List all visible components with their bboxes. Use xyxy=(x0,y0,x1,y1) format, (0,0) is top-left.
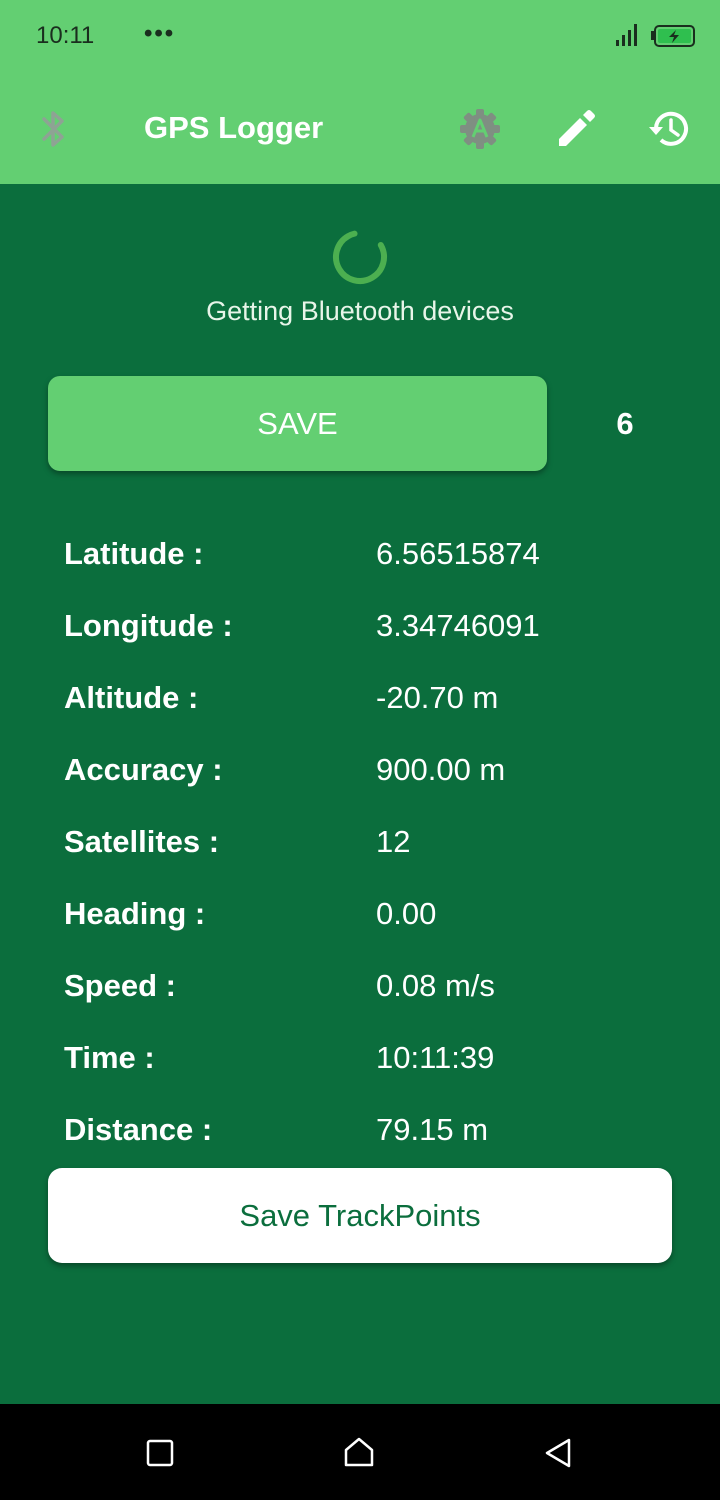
info-value: 3.34746091 xyxy=(376,608,540,643)
info-row-distance: Distance : 79.15 m xyxy=(0,1096,720,1168)
save-trackpoints-button[interactable]: Save TrackPoints xyxy=(48,1168,672,1263)
battery-icon xyxy=(650,25,696,52)
history-icon[interactable] xyxy=(648,107,692,156)
signal-icon xyxy=(614,22,642,53)
info-label: Latitude : xyxy=(64,536,204,571)
info-value: -20.70 m xyxy=(376,680,499,715)
loading-text: Getting Bluetooth devices xyxy=(206,296,514,326)
info-row-accuracy: Accuracy : 900.00 m xyxy=(0,736,720,808)
app-title: GPS Logger xyxy=(144,110,324,145)
info-label: Heading : xyxy=(64,896,206,931)
status-bar: 10:11 ••• xyxy=(0,0,720,74)
bluetooth-icon[interactable] xyxy=(38,108,70,155)
info-value: 0.08 m/s xyxy=(376,968,495,1003)
info-label: Satellites : xyxy=(64,824,220,859)
info-label: Distance : xyxy=(64,1112,213,1147)
info-row-altitude: Altitude : -20.70 m xyxy=(0,664,720,736)
info-row-time: Time : 10:11:39 xyxy=(0,1024,720,1096)
recents-icon[interactable] xyxy=(145,1438,175,1473)
loading-spinner-icon xyxy=(330,227,390,292)
system-nav-bar xyxy=(0,1404,720,1500)
edit-icon[interactable] xyxy=(556,109,596,154)
info-label: Altitude : xyxy=(64,680,199,715)
home-icon[interactable] xyxy=(342,1436,376,1473)
info-value: 0.00 xyxy=(376,896,437,931)
info-label: Longitude : xyxy=(64,608,233,643)
info-value: 12 xyxy=(376,824,411,859)
info-value: 10:11:39 xyxy=(376,1040,495,1075)
info-label: Speed : xyxy=(64,968,176,1003)
info-row-satellites: Satellites : 12 xyxy=(0,808,720,880)
info-value: 900.00 m xyxy=(376,752,506,787)
back-icon[interactable] xyxy=(543,1437,573,1474)
info-value: 6.56515874 xyxy=(376,536,540,571)
app-bar: GPS Logger xyxy=(0,74,720,184)
info-row-speed: Speed : 0.08 m/s xyxy=(0,952,720,1024)
info-label: Accuracy : xyxy=(64,752,223,787)
save-button[interactable]: SAVE xyxy=(48,376,547,471)
status-notification-dots: ••• xyxy=(144,20,176,47)
gear-icon[interactable] xyxy=(458,107,502,156)
info-row-longitude: Longitude : 3.34746091 xyxy=(0,592,720,664)
info-row-latitude: Latitude : 6.56515874 xyxy=(0,520,720,592)
status-time: 10:11 xyxy=(36,22,95,49)
info-label: Time : xyxy=(64,1040,155,1075)
info-value: 79.15 m xyxy=(376,1112,489,1147)
info-row-heading: Heading : 0.00 xyxy=(0,880,720,952)
save-count: 6 xyxy=(616,406,634,441)
